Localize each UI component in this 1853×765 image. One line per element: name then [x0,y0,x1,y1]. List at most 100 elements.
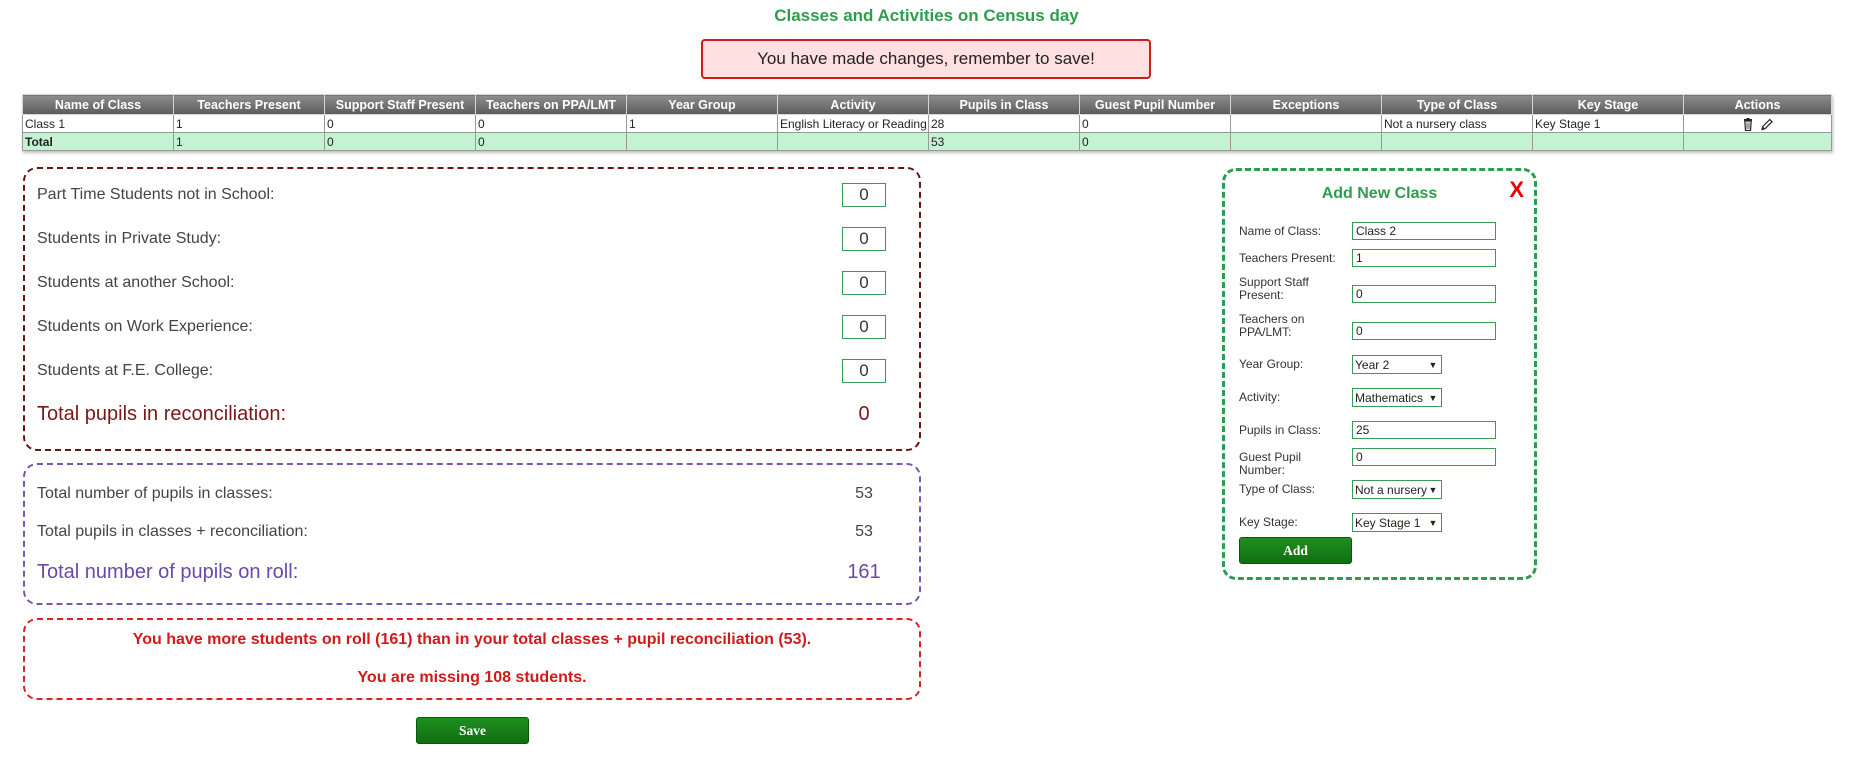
total-classes-row: Total number of pupils in classes: 53 [37,485,907,503]
recon-total-label: Total pupils in reconciliation: [37,403,287,425]
cell-key-stage: Key Stage 1 [1532,114,1684,133]
col-header-activity[interactable]: Activity [777,94,929,115]
recon-row-private-study: Students in Private Study: [37,227,907,251]
activity-select[interactable]: Mathematics ▼ [1352,388,1442,407]
col-header-actions: Actions [1683,94,1832,115]
private-study-input[interactable] [842,227,886,251]
recon-label: Students at F.E. College: [37,362,214,379]
add-class-title: Add New Class [1321,185,1438,202]
recon-row-fe-college: Students at F.E. College: [37,359,907,383]
warning-line-1: You have more students on roll (161) tha… [132,631,812,648]
cell-type: Not a nursery class [1381,114,1533,133]
cell-exceptions [1230,114,1382,133]
support-staff-input[interactable] [1352,285,1496,303]
total-combined-value: 53 [855,523,873,540]
chevron-down-icon: ▼ [1428,392,1438,403]
table-total-row: Total 1 0 0 53 0 [22,132,1832,151]
total-cell-type [1381,132,1533,151]
field-label: Key Stage: [1239,515,1298,529]
page-title: Classes and Activities on Census day [774,6,1079,25]
pencil-icon[interactable] [1760,118,1774,131]
field-label: Teachers Present: [1239,251,1336,265]
total-roll-label: Total number of pupils on roll: [37,561,299,583]
selected-value: Year 2 [1355,357,1390,372]
field-label: Type of Class: [1239,482,1316,496]
table-row: Class 1 1 0 0 1 English Literacy or Read… [22,114,1832,133]
cell-year-group: 1 [626,114,778,133]
warning-line-2: You are missing 108 students. [357,669,587,686]
work-experience-input[interactable] [842,315,886,339]
add-class-panel: Add New Class X Name of Class: Teachers … [1222,168,1537,580]
chevron-down-icon: ▼ [1428,484,1438,495]
col-header-type[interactable]: Type of Class [1381,94,1533,115]
col-header-support-staff[interactable]: Support Staff Present [324,94,476,115]
cell-ppa: 0 [475,114,627,133]
col-header-key-stage[interactable]: Key Stage [1532,94,1684,115]
part-time-input[interactable] [842,183,886,207]
recon-row-work-experience: Students on Work Experience: [37,315,907,339]
cell-teachers: 1 [173,114,325,133]
key-stage-select[interactable]: Key Stage 1 ▼ [1352,513,1442,532]
teachers-ppa-input[interactable] [1352,322,1496,340]
col-header-name[interactable]: Name of Class [22,94,174,115]
selected-value: Mathematics [1355,390,1424,405]
unsaved-changes-text: You have made changes, remember to save! [757,49,1095,68]
total-combined-row: Total pupils in classes + reconciliation… [37,523,907,541]
total-cell-year-group [626,132,778,151]
chevron-down-icon: ▼ [1428,517,1438,528]
col-header-teachers[interactable]: Teachers Present [173,94,325,115]
total-cell-actions [1683,132,1832,151]
total-cell-guest-pupils: 0 [1079,132,1231,151]
totals-panel: Total number of pupils in classes: 53 To… [23,463,921,605]
another-school-input[interactable] [842,271,886,295]
recon-total-value: 0 [858,403,870,425]
field-label: Activity: [1239,390,1281,404]
total-cell-activity [777,132,929,151]
recon-row-another-school: Students at another School: [37,271,907,295]
guest-pupil-number-input[interactable] [1352,448,1496,466]
recon-label: Students at another School: [37,274,235,291]
field-label: Pupils in Class: [1239,423,1322,437]
total-cell-label: Total [22,132,174,151]
total-roll-row: Total number of pupils on roll: 161 [37,561,907,584]
recon-row-part-time: Part Time Students not in School: [37,183,907,207]
field-label: Support Staff Present: [1239,275,1309,302]
col-header-ppa[interactable]: Teachers on PPA/LMT [475,94,627,115]
total-cell-exceptions [1230,132,1382,151]
add-class-button[interactable]: Add [1239,537,1352,564]
total-cell-pupils: 53 [928,132,1080,151]
recon-label: Part Time Students not in School: [37,186,275,203]
total-classes-value: 53 [855,485,873,502]
total-cell-key-stage [1532,132,1684,151]
classes-table: Name of Class Teachers Present Support S… [22,94,1832,151]
col-header-year-group[interactable]: Year Group [626,94,778,115]
cell-name: Class 1 [22,114,174,133]
total-combined-label: Total pupils in classes + reconciliation… [37,523,308,540]
total-cell-support-staff: 0 [324,132,476,151]
selected-value: Not a nursery class [1355,482,1427,497]
field-label: Guest Pupil Number: [1239,450,1302,477]
total-cell-teachers: 1 [173,132,325,151]
col-header-guest-pupils[interactable]: Guest Pupil Number [1079,94,1231,115]
recon-total-row: Total pupils in reconciliation: 0 [37,403,907,426]
close-icon[interactable]: X [1509,177,1524,203]
name-of-class-input[interactable] [1352,222,1496,240]
table-header-row: Name of Class Teachers Present Support S… [22,94,1832,115]
missing-students-warning: You have more students on roll (161) tha… [23,618,921,700]
cell-activity: English Literacy or Reading [777,114,929,133]
teachers-present-input[interactable] [1352,249,1496,267]
chevron-down-icon: ▼ [1428,359,1438,370]
save-button[interactable]: Save [416,717,529,744]
trash-icon[interactable] [1741,117,1755,131]
type-of-class-select[interactable]: Not a nursery class ▼ [1352,480,1442,499]
field-label: Name of Class: [1239,224,1322,238]
col-header-pupils[interactable]: Pupils in Class [928,94,1080,115]
field-label: Year Group: [1239,357,1304,371]
selected-value: Key Stage 1 [1355,515,1421,530]
pupils-in-class-input[interactable] [1352,421,1496,439]
cell-guest-pupils: 0 [1079,114,1231,133]
total-cell-ppa: 0 [475,132,627,151]
col-header-exceptions[interactable]: Exceptions [1230,94,1382,115]
year-group-select[interactable]: Year 2 ▼ [1352,355,1442,374]
fe-college-input[interactable] [842,359,886,383]
